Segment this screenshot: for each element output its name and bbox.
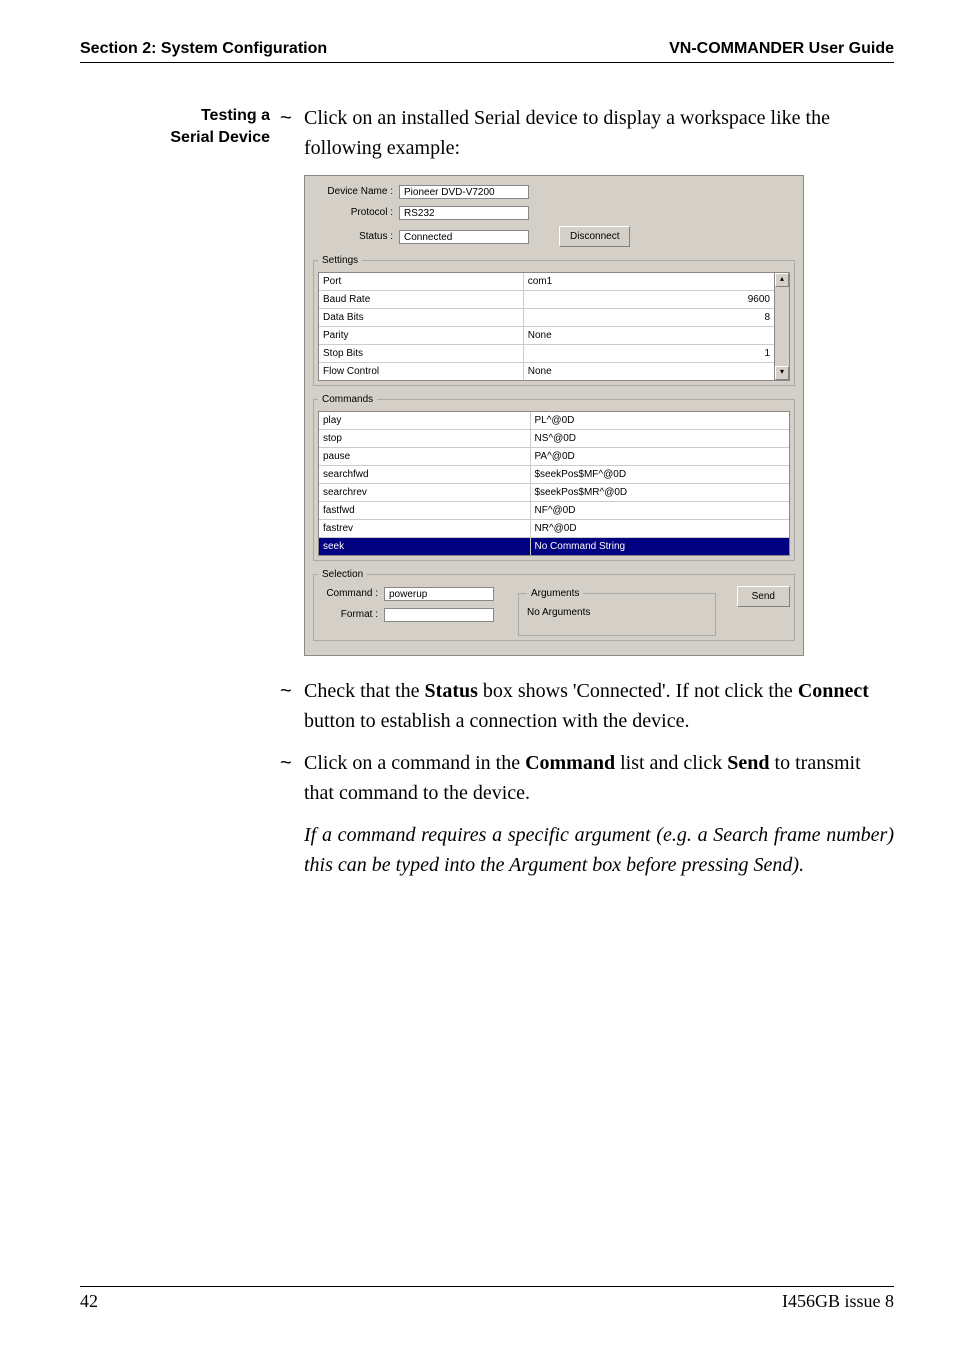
settings-legend: Settings [318,253,362,268]
device-name-label: Device Name : [313,184,399,199]
settings-key: Stop Bits [319,345,524,362]
bullet-3-text: Click on a command in the Command list a… [304,748,894,808]
commands-group: Commands playPL^@0DstopNS^@0DpausePA^@0D… [313,392,795,561]
command-string: PL^@0D [531,412,790,429]
table-row[interactable]: pausePA^@0D [319,448,789,466]
disconnect-button[interactable]: Disconnect [559,226,630,247]
settings-scrollbar[interactable]: ▴ ▾ [775,272,790,381]
bullet-marker: ~ [280,676,304,706]
bullet-1-text: Click on an installed Serial device to d… [304,103,894,163]
table-row[interactable]: Baud Rate9600 [319,291,774,309]
command-string: $seekPos$MF^@0D [531,466,790,483]
command-name: stop [319,430,531,447]
protocol-label: Protocol : [313,205,399,220]
settings-value: 8 [524,309,774,326]
settings-value: 1 [524,345,774,362]
table-row[interactable]: Stop Bits1 [319,345,774,363]
header-left: Section 2: System Configuration [80,40,327,58]
table-row[interactable]: fastfwdNF^@0D [319,502,789,520]
scroll-down-icon[interactable]: ▾ [775,366,789,380]
table-row[interactable]: Portcom1 [319,273,774,291]
settings-key: Flow Control [319,363,524,380]
bullet-2: ~ Check that the Status box shows 'Conne… [280,676,894,736]
table-row[interactable]: stopNS^@0D [319,430,789,448]
settings-value: com1 [524,273,774,290]
settings-value: None [524,363,774,380]
command-string: NR^@0D [531,520,790,537]
command-name: searchfwd [319,466,531,483]
command-label: Command : [318,586,384,601]
command-string: PA^@0D [531,448,790,465]
selection-legend: Selection [318,567,367,582]
table-row[interactable]: playPL^@0D [319,412,789,430]
format-label: Format : [318,607,384,622]
page-number: 42 [80,1291,98,1312]
command-string: $seekPos$MR^@0D [531,484,790,501]
table-row[interactable]: Data Bits8 [319,309,774,327]
table-row[interactable]: ParityNone [319,327,774,345]
issue-number: I456GB issue 8 [782,1291,894,1312]
no-arguments-text: No Arguments [527,607,590,618]
argument-note: If a command requires a specific argumen… [304,820,894,880]
command-string: NF^@0D [531,502,790,519]
settings-group: Settings Portcom1Baud Rate9600Data Bits8… [313,253,795,386]
command-name: pause [319,448,531,465]
table-row[interactable]: searchfwd$seekPos$MF^@0D [319,466,789,484]
bullet-3: ~ Click on a command in the Command list… [280,748,894,808]
serial-workspace-screenshot: Device Name : Pioneer DVD-V7200 Protocol… [304,175,804,656]
command-name: searchrev [319,484,531,501]
arguments-legend: Arguments [527,586,583,601]
command-name: seek [319,538,531,555]
device-name-field[interactable]: Pioneer DVD-V7200 [399,185,529,199]
settings-key: Baud Rate [319,291,524,308]
bullet-2-text: Check that the Status box shows 'Connect… [304,676,894,736]
format-field[interactable] [384,608,494,622]
scroll-up-icon[interactable]: ▴ [775,273,789,287]
settings-value: None [524,327,774,344]
protocol-field[interactable]: RS232 [399,206,529,220]
command-string: NS^@0D [531,430,790,447]
table-row[interactable]: searchrev$seekPos$MR^@0D [319,484,789,502]
settings-key: Port [319,273,524,290]
status-label: Status : [313,229,399,244]
bullet-marker: ~ [280,103,304,133]
table-row[interactable]: Flow ControlNone [319,363,774,380]
send-button[interactable]: Send [737,586,790,607]
bullet-marker: ~ [280,748,304,778]
header-right: VN-COMMANDER User Guide [669,40,894,58]
table-row[interactable]: seekNo Command String [319,538,789,555]
settings-value: 9600 [524,291,774,308]
section-side-label: Testing a Serial Device [80,103,270,150]
command-name: play [319,412,531,429]
command-string: No Command String [531,538,790,555]
command-name: fastfwd [319,502,531,519]
settings-key: Parity [319,327,524,344]
commands-legend: Commands [318,392,377,407]
bullet-1: ~ Click on an installed Serial device to… [280,103,894,163]
settings-table[interactable]: Portcom1Baud Rate9600Data Bits8ParityNon… [318,272,775,381]
command-name: fastrev [319,520,531,537]
settings-key: Data Bits [319,309,524,326]
table-row[interactable]: fastrevNR^@0D [319,520,789,538]
page-header: Section 2: System Configuration VN-COMMA… [80,40,894,63]
selection-group: Selection Command : powerup Format : [313,567,795,641]
arguments-group: Arguments No Arguments [518,586,716,636]
commands-table[interactable]: playPL^@0DstopNS^@0DpausePA^@0Dsearchfwd… [318,411,790,556]
status-field[interactable]: Connected [399,230,529,244]
page-footer: 42 I456GB issue 8 [80,1286,894,1312]
command-field[interactable]: powerup [384,587,494,601]
